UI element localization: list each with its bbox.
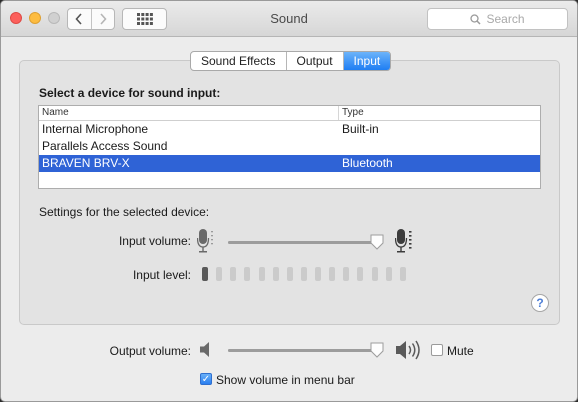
input-level-segment bbox=[286, 267, 293, 281]
show-volume-in-menu-bar-label[interactable]: Show volume in menu bar bbox=[216, 373, 355, 387]
help-button[interactable]: ? bbox=[531, 294, 549, 312]
input-level-segment bbox=[272, 267, 279, 281]
device-select-heading: Select a device for sound input: bbox=[39, 86, 221, 100]
input-level-segment bbox=[357, 267, 364, 281]
output-volume-slider[interactable] bbox=[228, 342, 384, 358]
device-name: Internal Microphone bbox=[42, 122, 149, 136]
speaker-low-icon bbox=[200, 342, 209, 357]
table-header: Name Type bbox=[39, 106, 540, 121]
input-level-segment bbox=[300, 267, 307, 281]
input-level-segment bbox=[258, 267, 265, 281]
speaker-high-icon bbox=[396, 340, 420, 360]
tab-bar: Sound Effects Output Input bbox=[190, 51, 392, 71]
search-placeholder: Search bbox=[486, 12, 525, 26]
tab-input[interactable]: Input bbox=[342, 52, 391, 70]
show-volume-in-menu-bar-checkbox[interactable]: ✓ bbox=[200, 373, 212, 385]
input-volume-fill bbox=[228, 241, 378, 244]
device-type: Built-in bbox=[342, 122, 379, 136]
search-icon bbox=[470, 13, 482, 25]
mute-checkbox[interactable] bbox=[431, 344, 443, 356]
device-type bbox=[339, 138, 342, 155]
input-volume-label: Input volume: bbox=[118, 234, 191, 248]
input-level-segment bbox=[399, 267, 406, 281]
input-level-segment bbox=[315, 267, 322, 281]
input-level-meter bbox=[202, 267, 414, 281]
input-level-segment bbox=[230, 267, 237, 281]
sound-preferences-window: Sound Search Sound Effects Output Input … bbox=[0, 0, 578, 402]
microphone-high-icon bbox=[395, 229, 412, 253]
input-level-segment bbox=[385, 267, 392, 281]
mute-label[interactable]: Mute bbox=[447, 344, 474, 358]
input-level-segment bbox=[371, 267, 378, 281]
input-level-label: Input level: bbox=[132, 268, 191, 282]
table-row[interactable]: Parallels Access Sound bbox=[39, 138, 540, 155]
title-bar: Sound Search bbox=[1, 1, 577, 37]
search-field[interactable]: Search bbox=[427, 8, 568, 30]
input-volume-knob[interactable] bbox=[370, 234, 384, 250]
microphone-low-icon bbox=[197, 229, 213, 253]
input-level-segment bbox=[329, 267, 336, 281]
input-level-segment bbox=[216, 267, 223, 281]
device-name: BRAVEN BRV-X bbox=[42, 156, 130, 170]
tab-output[interactable]: Output bbox=[285, 52, 343, 70]
input-device-table[interactable]: Name Type Internal Microphone Built-in P… bbox=[38, 105, 541, 189]
output-volume-label: Output volume: bbox=[109, 344, 191, 358]
input-level-segment bbox=[202, 267, 208, 281]
column-header-type[interactable]: Type bbox=[339, 106, 364, 120]
output-volume-fill bbox=[228, 349, 378, 352]
input-volume-slider[interactable] bbox=[228, 234, 384, 250]
device-type: Bluetooth bbox=[342, 156, 393, 170]
column-header-name[interactable]: Name bbox=[39, 106, 339, 120]
table-row[interactable]: Internal Microphone Built-in bbox=[39, 121, 540, 138]
tab-sound-effects[interactable]: Sound Effects bbox=[191, 52, 285, 70]
device-name: Parallels Access Sound bbox=[42, 139, 168, 153]
table-row-selected[interactable]: BRAVEN BRV-X Bluetooth bbox=[39, 155, 540, 172]
input-level-segment bbox=[343, 267, 350, 281]
output-volume-knob[interactable] bbox=[370, 342, 384, 358]
settings-heading: Settings for the selected device: bbox=[39, 205, 210, 219]
input-level-segment bbox=[244, 267, 251, 281]
